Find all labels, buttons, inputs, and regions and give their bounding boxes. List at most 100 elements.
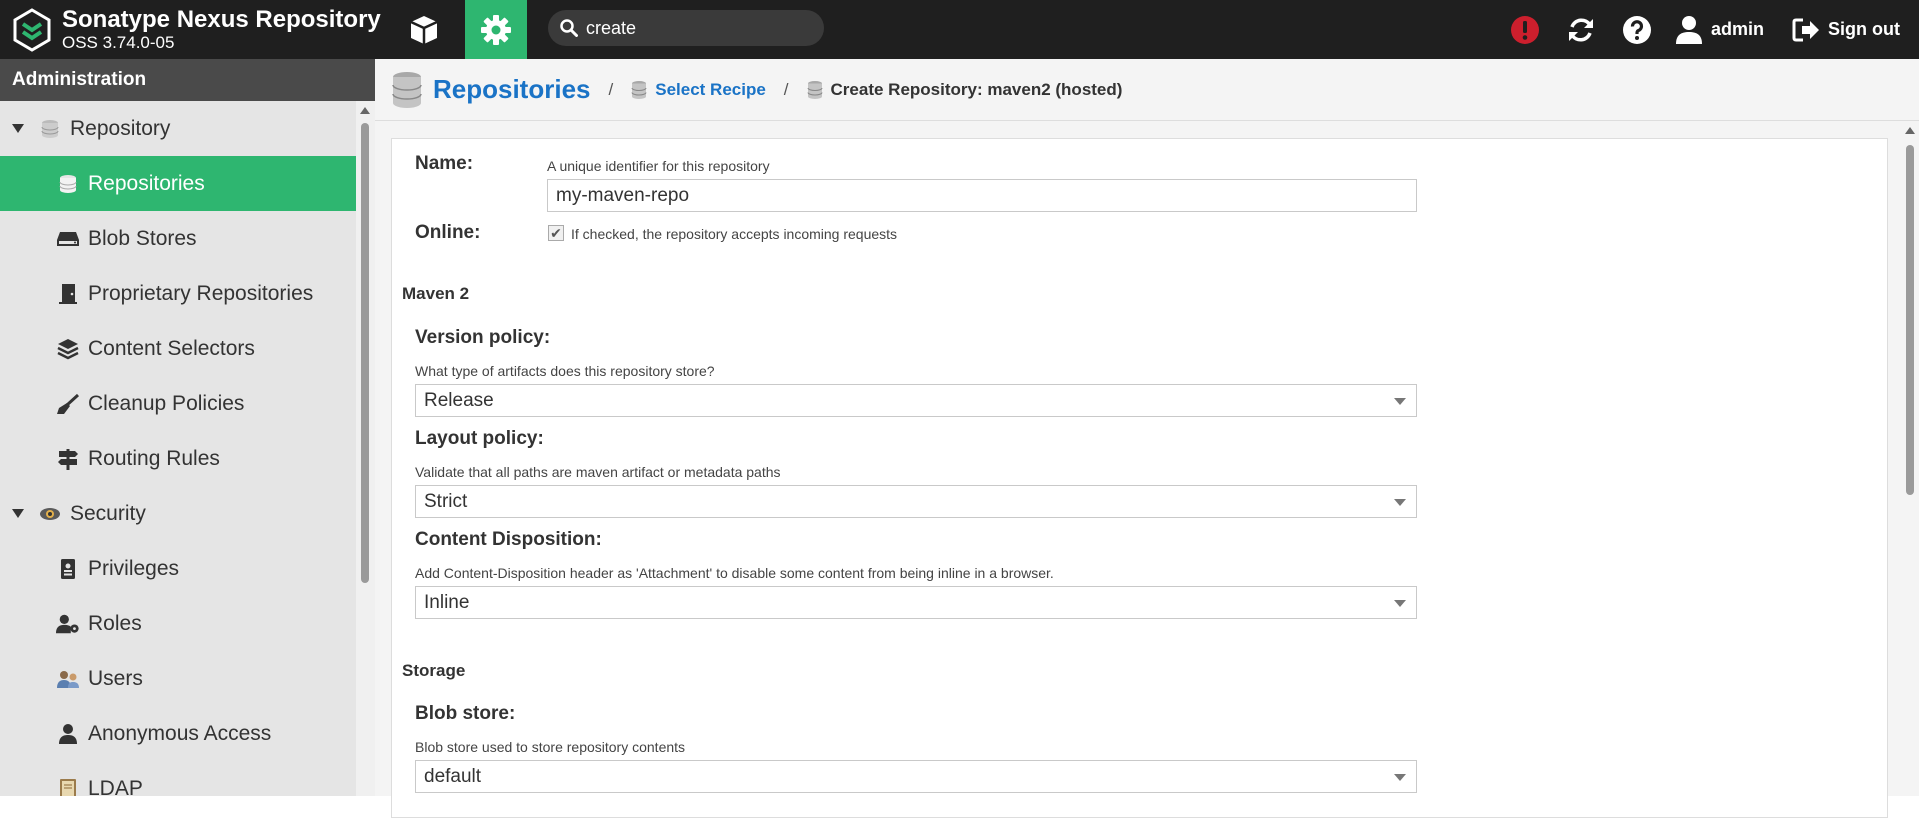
collapse-triangle-icon[interactable] [12,124,24,133]
breadcrumb-separator: / [608,79,614,99]
sidebar-scroll-thumb[interactable] [361,123,369,583]
layout-policy-select[interactable]: Strict [415,485,1417,518]
blob-store-value: default [424,766,482,787]
breadcrumb-select-recipe-link[interactable]: Select Recipe [655,80,766,100]
search-icon [560,19,578,37]
sign-out-label: Sign out [1828,19,1900,39]
sidebar-item-label: Anonymous Access [88,721,272,745]
content-disposition-value: Inline [424,592,470,613]
search-box[interactable] [548,10,824,46]
dropdown-arrow-icon[interactable] [1394,398,1406,405]
user-icon [1676,15,1702,44]
sidebar-item-privileges[interactable]: Privileges [0,541,356,596]
cube-icon [410,15,438,44]
database-icon [631,80,647,99]
breadcrumb-title[interactable]: Repositories [433,74,591,105]
breadcrumb-current: Create Repository: maven2 (hosted) [830,79,1123,99]
refresh-icon [1569,17,1593,42]
storage-section-title: Storage [402,661,466,680]
name-input[interactable] [547,179,1417,212]
gear-icon [481,14,511,45]
sidebar-item-roles[interactable]: Roles [0,596,356,651]
broom-icon [56,392,80,416]
version-policy-value: Release [424,390,494,411]
sidebar-item-label: Privileges [88,556,180,580]
eye-icon [38,502,62,526]
sidebar-item-label: Roles [88,611,142,635]
sidebar-item-anonymous-access[interactable]: Anonymous Access [0,706,356,761]
sidebar-item-label: Repository [70,116,171,140]
sidebar-item-cleanup-policies[interactable]: Cleanup Policies [0,376,356,431]
sidebar-item-label: Repositories [88,171,205,195]
alert-icon [1511,15,1539,44]
sidebar-item-routing-rules[interactable]: Routing Rules [0,431,356,486]
sidebar-item-label: Proprietary Repositories [88,281,314,305]
database-icon [56,172,80,196]
layers-icon [56,337,80,361]
sidebar: Repository Repositories Blob Stores Prop… [0,101,356,796]
id-badge-icon [56,557,80,581]
door-icon [56,282,80,306]
content-disposition-label: Content Disposition: [415,529,602,550]
browse-mode-button[interactable] [398,0,450,59]
sidebar-item-label: Content Selectors [88,336,255,360]
user-menu-button[interactable]: admin [1675,0,1764,59]
brand[interactable]: Sonatype Nexus Repository OSS 3.74.0-05 [12,6,381,52]
sidebar-item-blob-stores[interactable]: Blob Stores [0,211,356,266]
online-checkbox[interactable]: ✔ [548,225,564,241]
layout-policy-value: Strict [424,491,468,512]
database-icon [807,80,823,99]
online-label: Online: [415,222,481,243]
sign-out-button[interactable]: Sign out [1792,0,1900,59]
brand-version: OSS 3.74.0-05 [62,33,175,52]
user-gear-icon [56,612,80,636]
scroll-up-arrow-icon[interactable] [1905,127,1915,134]
version-policy-select[interactable]: Release [415,384,1417,417]
sidebar-item-label: Users [88,666,143,690]
database-icon [392,71,422,108]
search-input[interactable] [586,17,806,39]
sidebar-group-repository[interactable]: Repository [0,101,356,156]
hard-drive-icon [56,227,80,251]
layout-policy-label: Layout policy: [415,428,544,449]
sidebar-header: Administration [0,59,375,101]
create-repository-form: Name: A unique identifier for this repos… [391,138,1888,818]
version-policy-label: Version policy: [415,327,551,348]
blob-store-select[interactable]: default [415,760,1417,793]
sidebar-item-label: Routing Rules [88,446,220,470]
content-disposition-select[interactable]: Inline [415,586,1417,619]
system-alert-button[interactable] [1510,0,1540,59]
main-scrollbar[interactable] [1900,121,1919,796]
admin-mode-button[interactable] [465,0,527,59]
sidebar-group-security[interactable]: Security [0,486,356,541]
version-policy-help: What type of artifacts does this reposit… [415,363,715,379]
checkmark-icon: ✔ [550,224,562,241]
user-icon [56,722,80,746]
blob-store-label: Blob store: [415,703,516,724]
user-label: admin [1711,19,1765,39]
dropdown-arrow-icon[interactable] [1394,499,1406,506]
book-icon [56,777,80,796]
sidebar-item-ldap[interactable]: LDAP [0,761,356,796]
dropdown-arrow-icon[interactable] [1394,600,1406,607]
users-icon [56,667,80,691]
dropdown-arrow-icon[interactable] [1394,774,1406,781]
scroll-up-arrow-icon[interactable] [360,107,370,114]
sidebar-item-repositories[interactable]: Repositories [0,156,356,211]
main-scroll-thumb[interactable] [1906,145,1914,495]
sidebar-item-users[interactable]: Users [0,651,356,706]
sidebar-item-content-selectors[interactable]: Content Selectors [0,321,356,376]
collapse-triangle-icon[interactable] [12,509,24,518]
help-icon [1623,15,1651,44]
sidebar-item-label: Cleanup Policies [88,391,245,415]
top-bar: Sonatype Nexus Repository OSS 3.74.0-05 [0,0,1919,59]
sidebar-scrollbar[interactable] [356,101,375,796]
breadcrumb-separator: / [783,79,789,99]
help-button[interactable] [1622,0,1652,59]
main-content: Name: A unique identifier for this repos… [375,121,1900,818]
brand-title: Sonatype Nexus Repository [62,6,381,33]
sidebar-item-proprietary-repositories[interactable]: Proprietary Repositories [0,266,356,321]
signpost-icon [56,447,80,471]
refresh-button[interactable] [1566,0,1596,59]
content-disposition-help: Add Content-Disposition header as 'Attac… [415,565,1054,581]
